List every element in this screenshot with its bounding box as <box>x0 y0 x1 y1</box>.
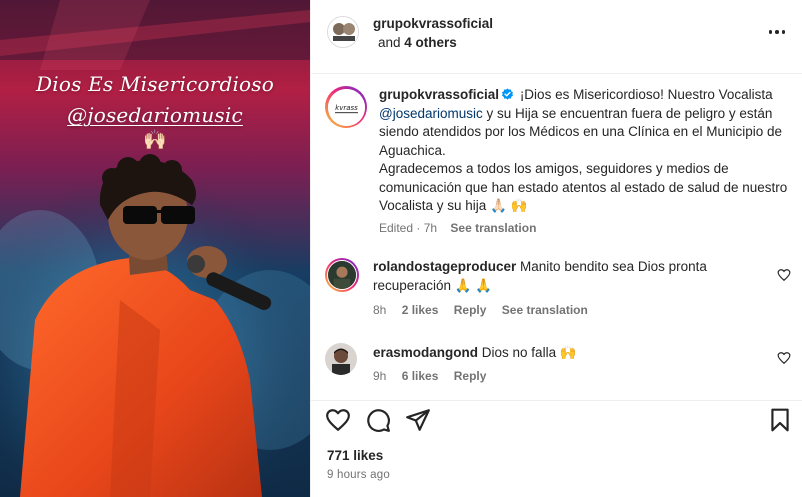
caption-edited-time: Edited · 7h <box>379 221 438 235</box>
post-timestamp[interactable]: 9 hours ago <box>327 469 390 481</box>
instagram-post: Dios Es Misericordioso @josedariomusic 🙌… <box>0 0 802 497</box>
header-avatar[interactable] <box>327 16 359 48</box>
send-icon[interactable] <box>405 407 431 433</box>
comment-see-translation-button[interactable]: See translation <box>502 303 588 317</box>
comment-username[interactable]: erasmodangond <box>373 345 478 360</box>
overlay-mention-text: @josedariomusic <box>67 103 243 127</box>
heart-icon[interactable] <box>325 407 351 433</box>
more-options-icon[interactable] <box>765 22 789 42</box>
comment-like-heart-icon[interactable] <box>777 351 791 365</box>
comment-username[interactable]: rolandostageproducer <box>373 259 516 274</box>
post-header: grupokvrassoficial and 4 others <box>311 0 802 74</box>
overlay-emoji: 🙌🏻 <box>143 130 167 151</box>
post-media-image[interactable]: Dios Es Misericordioso @josedariomusic 🙌… <box>0 0 310 497</box>
comment-like-heart-icon[interactable] <box>777 268 791 282</box>
header-collaborators[interactable]: and 4 others <box>378 35 457 50</box>
caption-username[interactable]: grupokvrassoficial <box>379 87 499 102</box>
caption-text-3: Agradecemos a todos los amigos, seguidor… <box>379 161 788 213</box>
caption-avatar[interactable]: kvrass <box>325 86 367 128</box>
comment-meta: 8h 2 likes Reply See translation <box>373 303 600 317</box>
comment-meta: 9h 6 likes Reply <box>373 369 498 383</box>
header-and-text: and <box>378 35 401 50</box>
comment-reply-button[interactable]: Reply <box>454 303 487 317</box>
header-username[interactable]: grupokvrassoficial <box>373 16 493 31</box>
overlay-title-text: Dios Es Misericordioso <box>36 72 274 96</box>
caption-meta: Edited · 7h See translation <box>379 221 536 235</box>
bookmark-icon[interactable] <box>767 407 793 433</box>
caption-text: grupokvrassoficial ¡Dios es Misericordio… <box>379 86 789 216</box>
post-side-panel: grupokvrassoficial and 4 others kvrass g… <box>310 0 802 497</box>
comment-icon[interactable] <box>365 407 391 433</box>
post-likes-count[interactable]: 771 likes <box>327 448 383 463</box>
comment-time: 8h <box>373 303 387 317</box>
comment-reply-button[interactable]: Reply <box>454 369 487 383</box>
comment-text: erasmodangond Dios no falla 🙌 <box>373 344 773 363</box>
comment-body: Dios no falla 🙌 <box>481 345 577 360</box>
verified-badge-icon <box>502 88 514 100</box>
svg-text:kvrass: kvrass <box>335 104 358 112</box>
comment-avatar[interactable] <box>325 258 359 292</box>
comment-time: 9h <box>373 369 387 383</box>
comment-likes-count[interactable]: 6 likes <box>402 369 439 383</box>
post-action-bar <box>311 400 802 440</box>
caption-mention-link[interactable]: @josedariomusic <box>379 106 483 121</box>
caption-see-translation-button[interactable]: See translation <box>450 221 536 235</box>
comment-text: rolandostageproducer Manito bendito sea … <box>373 258 773 295</box>
header-others-count[interactable]: 4 others <box>404 35 457 50</box>
comment-avatar[interactable] <box>325 343 357 375</box>
caption-text-1: ¡Dios es Misericordioso! Nuestro Vocalis… <box>519 87 773 102</box>
comment-likes-count[interactable]: 2 likes <box>402 303 439 317</box>
